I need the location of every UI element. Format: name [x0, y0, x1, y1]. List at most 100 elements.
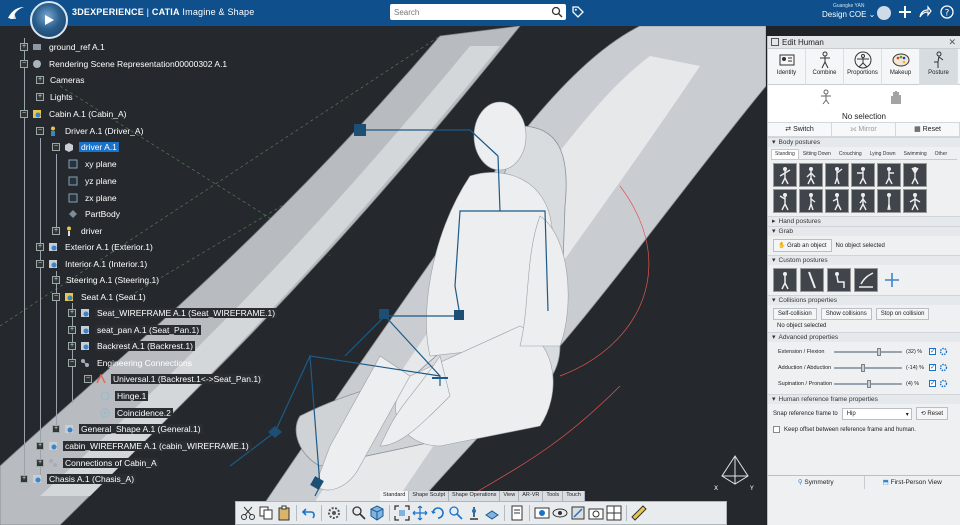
tree-node[interactable]: − Universal.1 (Backrest.1<->Seat_Pan.1) [84, 372, 263, 386]
tab-shape-operations[interactable]: Shape Operations [449, 491, 501, 501]
grid-icon[interactable] [606, 505, 622, 521]
cut-icon[interactable] [240, 505, 256, 521]
zoom-icon[interactable] [351, 505, 367, 521]
tree-node[interactable]: + Chasis A.1 (Chasis_A) [20, 472, 137, 486]
undo-icon[interactable] [301, 505, 317, 521]
posture-thumbnail[interactable] [799, 163, 823, 187]
tree-node[interactable]: + driver [52, 224, 104, 238]
tree-node[interactable]: yz plane [68, 174, 119, 188]
tree-node[interactable]: + cabin_WIREFRAME A.1 (cabin_WIREFRAME.1) [36, 439, 251, 453]
document-icon[interactable] [509, 505, 525, 521]
collisions-header[interactable]: Collisions properties [768, 295, 960, 305]
user-block[interactable]: Guangke YAN Design COE ⌄ [822, 3, 875, 19]
tab-combine[interactable]: Combine [806, 49, 844, 85]
capture-icon[interactable] [588, 505, 604, 521]
share-icon[interactable] [918, 5, 932, 19]
measure-icon[interactable] [631, 505, 647, 521]
slider-track[interactable] [834, 367, 902, 369]
body-postures-header[interactable]: Body postures [768, 137, 960, 147]
tree-node[interactable]: + Connections of Cabin_A [36, 456, 159, 470]
cube-icon[interactable] [369, 505, 385, 521]
compass-button[interactable] [30, 1, 68, 39]
swap-visible-icon[interactable] [570, 505, 586, 521]
posture-thumbnail[interactable] [877, 163, 901, 187]
show-collisions-button[interactable]: Show collisions [820, 308, 872, 320]
add-custom-posture-icon[interactable] [881, 269, 903, 291]
self-collision-button[interactable]: Self-collision [773, 308, 817, 320]
snap-reset-button[interactable]: ⟲ Reset [915, 407, 949, 420]
grab-object-button[interactable]: ✋ Grab an object [773, 239, 832, 252]
tree-node[interactable]: Coincidence.2 [100, 406, 173, 420]
posture-thumbnail[interactable] [903, 163, 927, 187]
search-box[interactable] [390, 4, 566, 20]
tab-standard[interactable]: Standard [380, 491, 410, 501]
advanced-header[interactable]: Advanced properties [768, 332, 960, 342]
role-selector[interactable]: Design COE ⌄ [822, 10, 875, 19]
tree-node[interactable]: − Rendering Scene Representation00000302 … [20, 57, 229, 71]
tree-node[interactable]: + ground_ref A.1 [20, 40, 107, 54]
view-mode-icon[interactable] [484, 505, 500, 521]
posture-thumbnail[interactable] [851, 189, 875, 213]
first-person-view-button[interactable]: ⬒ First-Person View [865, 476, 960, 489]
tab-tools[interactable]: Tools [543, 491, 564, 501]
stop-on-collision-button[interactable]: Stop on collision [875, 308, 930, 320]
posture-thumbnail[interactable] [773, 163, 797, 187]
tab-lying-down[interactable]: Lying Down [866, 149, 900, 159]
zoom-in-out-icon[interactable] [448, 505, 464, 521]
slider-knob[interactable] [867, 380, 872, 388]
tree-node[interactable]: − Interior A.1 (Interior.1) [36, 257, 149, 271]
gear-icon[interactable] [939, 379, 948, 388]
slider-checkbox[interactable] [929, 379, 936, 387]
tree-node[interactable]: + Cameras [36, 73, 86, 87]
symmetry-button[interactable]: ⚲ Symmetry [768, 476, 865, 489]
tab-standing[interactable]: Standing [771, 149, 799, 159]
tree-node[interactable]: − Cabin A.1 (Cabin_A) [20, 107, 129, 121]
tree-node[interactable]: − Seat A.1 (Seat.1) [52, 290, 148, 304]
plus-icon[interactable] [898, 5, 912, 19]
settings-icon[interactable] [326, 505, 342, 521]
custom-postures-header[interactable]: Custom postures [768, 255, 960, 265]
copy-icon[interactable] [258, 505, 274, 521]
slider-checkbox[interactable] [929, 363, 936, 371]
gear-icon[interactable] [939, 363, 948, 372]
tab-sitting-down[interactable]: Sitting Down [799, 149, 835, 159]
tab-swimming[interactable]: Swimming [900, 149, 931, 159]
tree-node[interactable]: + Lights [36, 90, 75, 104]
tab-makeup[interactable]: Makeup [882, 49, 920, 85]
fit-all-icon[interactable] [394, 505, 410, 521]
switch-button[interactable]: ⇄ Switch [768, 123, 832, 136]
slider-knob[interactable] [876, 348, 881, 356]
slider-knob[interactable] [861, 364, 866, 372]
tab-proportions[interactable]: Proportions [844, 49, 882, 85]
rotate-icon[interactable] [430, 505, 446, 521]
tree-node[interactable]: + Exterior A.1 (Exterior.1) [36, 240, 155, 254]
tab-touch[interactable]: Touch [563, 491, 585, 501]
gear-icon[interactable] [939, 347, 948, 356]
hand-postures-header[interactable]: Hand postures [768, 216, 960, 226]
posture-thumbnail[interactable] [851, 163, 875, 187]
tab-ar-vr[interactable]: AR-VR [519, 491, 544, 501]
custom-posture-thumb[interactable] [827, 268, 851, 292]
avatar[interactable] [877, 6, 891, 20]
reset-button[interactable]: ▦ Reset [896, 123, 960, 136]
tab-identity[interactable]: Identity [768, 49, 806, 85]
slider-checkbox[interactable] [929, 347, 936, 355]
posture-thumbnail[interactable] [825, 163, 849, 187]
snap-select[interactable]: Hip ▾ [841, 407, 912, 420]
tree-node[interactable]: − Driver A.1 (Driver_A) [36, 124, 145, 138]
tree-node[interactable]: − driver A.1 [52, 140, 119, 154]
posture-thumbnail[interactable] [799, 189, 823, 213]
mirror-button[interactable]: ⟗ Mirror [832, 123, 896, 136]
tree-node[interactable]: + Steering A.1 (Steering.1) [52, 273, 161, 287]
normal-view-icon[interactable] [466, 505, 482, 521]
keep-offset-checkbox[interactable] [773, 426, 780, 433]
render-icon[interactable] [534, 505, 550, 521]
tab-crouching[interactable]: Crouching [835, 149, 866, 159]
custom-posture-thumb[interactable] [773, 268, 797, 292]
tree-node[interactable]: xy plane [68, 157, 119, 171]
paste-icon[interactable] [276, 505, 292, 521]
posture-thumbnail[interactable] [773, 189, 797, 213]
tab-view[interactable]: View [500, 491, 520, 501]
tab-posture[interactable]: Posture [920, 49, 958, 85]
reference-frame-header[interactable]: Human reference frame properties [768, 394, 960, 404]
